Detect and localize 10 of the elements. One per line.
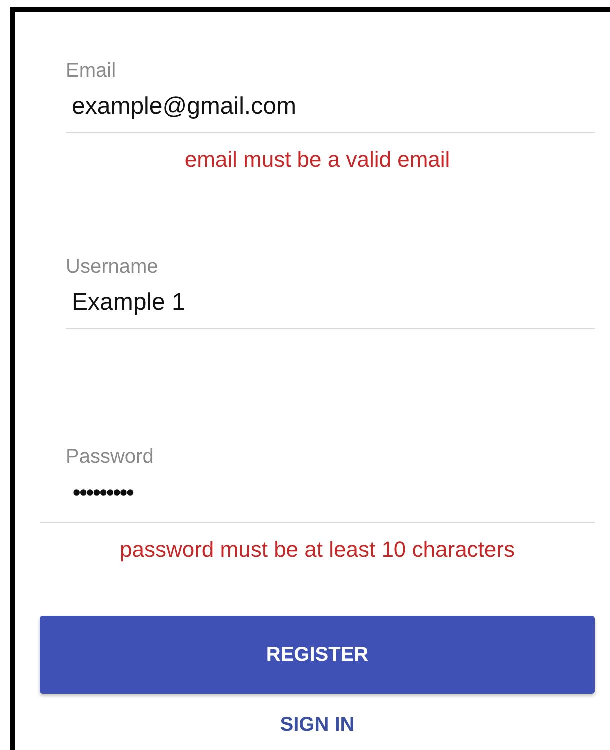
error-message: email must be a valid email (184, 146, 450, 174)
field-label: Email (66, 59, 118, 84)
error-message: password must be at least 10 characters (120, 536, 515, 564)
register-button[interactable]: REGISTER (40, 616, 595, 694)
password-field[interactable]: ••••••••• (40, 470, 595, 523)
input-field[interactable]: example@gmail.com (66, 84, 595, 133)
input-field[interactable]: Example 1 (66, 280, 595, 329)
field-label: Password (66, 445, 155, 470)
field-label: Username (66, 255, 160, 280)
sign-in-link[interactable]: SIGN IN (270, 708, 365, 743)
